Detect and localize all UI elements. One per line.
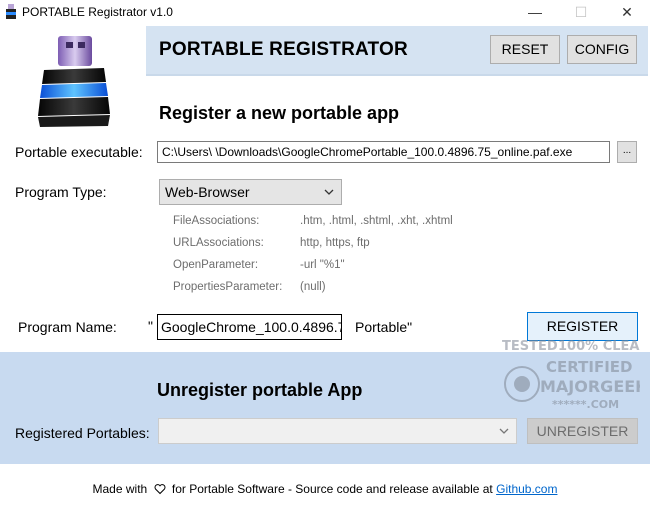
register-section-title: Register a new portable app — [159, 103, 400, 123]
watermark-line5: ******.COM — [552, 398, 619, 411]
unregister-section-title: Unregister portable App — [157, 380, 363, 400]
registered-portables-label: Registered Portables: — [15, 425, 150, 441]
program-name-input[interactable]: GoogleChrome_100.0.4896.75 — [157, 314, 342, 340]
program-type-select[interactable]: Web-Browser — [159, 179, 342, 205]
program-type-value: Web-Browser — [165, 184, 250, 200]
property-value: (null) — [300, 281, 326, 293]
header-divider — [146, 74, 648, 76]
registered-portables-select[interactable] — [158, 418, 517, 444]
program-name-quote-open: " — [148, 318, 153, 334]
github-link[interactable]: Github.com — [496, 482, 557, 496]
program-type-label: Program Type: — [15, 184, 107, 200]
footer: Made with for Portable Software - Source… — [0, 482, 650, 496]
program-name-label: Program Name: — [18, 319, 117, 335]
portable-executable-label: Portable executable: — [15, 144, 143, 160]
chevron-down-icon — [499, 428, 509, 434]
watermark-line1: TESTED — [502, 339, 558, 354]
portable-executable-input[interactable]: C:\Users\ \Downloads\GoogleChromePortabl… — [157, 141, 610, 163]
property-key: OpenParameter: — [173, 259, 259, 271]
property-key: PropertiesParameter: — [173, 281, 283, 293]
close-button[interactable]: ✕ — [604, 0, 650, 24]
page-title: PORTABLE REGISTRATOR — [159, 39, 408, 60]
heart-icon — [154, 484, 166, 495]
property-key: URLAssociations: — [173, 237, 264, 249]
watermark-line3: CERTIFIED — [546, 358, 632, 376]
property-value: -url "%1" — [300, 259, 345, 271]
watermark-line2: 100% CLEAN — [558, 339, 640, 354]
footer-made-with: Made with — [92, 482, 148, 496]
property-value: http, https, ftp — [300, 237, 370, 249]
majorgeeks-watermark-icon: TESTED 100% CLEAN CERTIFIED MAJORGEEKS *… — [502, 339, 640, 411]
property-value: .htm, .html, .shtml, .xht, .xhtml — [300, 215, 453, 227]
config-button[interactable]: CONFIG — [567, 35, 637, 64]
browse-button[interactable]: ... — [617, 141, 637, 163]
window-title: PORTABLE Registrator v1.0 — [22, 5, 173, 19]
property-key: FileAssociations: — [173, 215, 260, 227]
watermark-line4: MAJORGEEKS — [540, 377, 640, 396]
app-icon — [6, 4, 16, 19]
footer-text: for Portable Software - Source code and … — [171, 482, 493, 496]
chevron-down-icon — [324, 189, 334, 195]
reset-button[interactable]: RESET — [490, 35, 560, 64]
minimize-button[interactable]: — — [512, 0, 558, 24]
maximize-button[interactable]: ☐ — [558, 0, 604, 24]
unregister-button[interactable]: UNREGISTER — [527, 418, 638, 444]
title-bar: PORTABLE Registrator v1.0 — ☐ ✕ — [0, 0, 650, 24]
usb-drive-logo-icon — [38, 36, 110, 127]
program-name-suffix: Portable" — [355, 319, 413, 335]
